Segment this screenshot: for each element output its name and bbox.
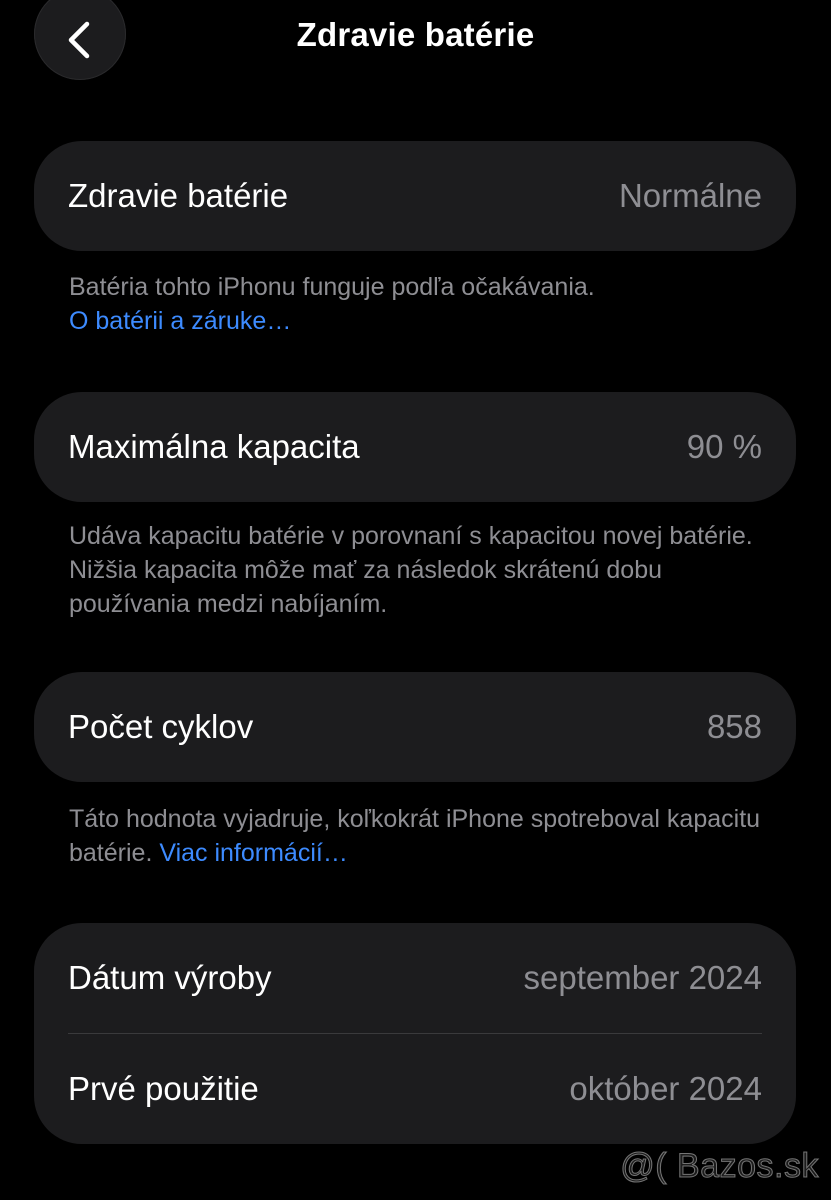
- page-title: Zdravie batérie: [296, 16, 535, 53]
- manufacture-date-label: Dátum výroby: [68, 959, 272, 996]
- cycle-count-value: 858: [706, 708, 762, 745]
- battery-dates-card: Dátum výroby september 2024 Prvé použiti…: [34, 923, 796, 1144]
- battery-health-value: Normálne: [618, 177, 762, 214]
- cycle-count-row: Počet cyklov 858: [34, 672, 796, 782]
- manufacture-date-value: september 2024: [523, 959, 763, 996]
- watermark: @( Bazos.sk: [620, 1147, 819, 1186]
- battery-health-row: Zdravie batérie Normálne: [34, 141, 796, 251]
- battery-health-footnote: Batéria tohto iPhonu funguje podľa očaká…: [69, 270, 789, 338]
- battery-health-card: Zdravie batérie Normálne: [34, 141, 796, 251]
- max-capacity-label: Maximálna kapacita: [68, 428, 360, 465]
- cycle-count-label: Počet cyklov: [68, 708, 254, 745]
- max-capacity-footnote: Udáva kapacitu batérie v porovnaní s kap…: [69, 522, 753, 618]
- max-capacity-row: Maximálna kapacita 90 %: [34, 392, 796, 502]
- battery-health-label: Zdravie batérie: [68, 177, 289, 214]
- first-use-label: Prvé použitie: [68, 1070, 259, 1107]
- more-info-link[interactable]: Viac informácií…: [159, 839, 348, 867]
- max-capacity-card: Maximálna kapacita 90 %: [34, 392, 796, 502]
- cycle-count-footnote: Táto hodnota vyjadruje, koľkokrát iPhone…: [69, 802, 789, 870]
- battery-warranty-link[interactable]: O batérii a záruke…: [69, 307, 291, 335]
- battery-health-footnote-text: Batéria tohto iPhonu funguje podľa očaká…: [69, 273, 595, 301]
- first-use-row: Prvé použitie október 2024: [34, 1034, 796, 1144]
- navigation-bar: Zdravie batérie: [0, 0, 831, 80]
- max-capacity-value: 90 %: [686, 428, 762, 465]
- first-use-value: október 2024: [569, 1070, 762, 1107]
- manufacture-date-row: Dátum výroby september 2024: [34, 923, 796, 1033]
- cycle-count-card: Počet cyklov 858: [34, 672, 796, 782]
